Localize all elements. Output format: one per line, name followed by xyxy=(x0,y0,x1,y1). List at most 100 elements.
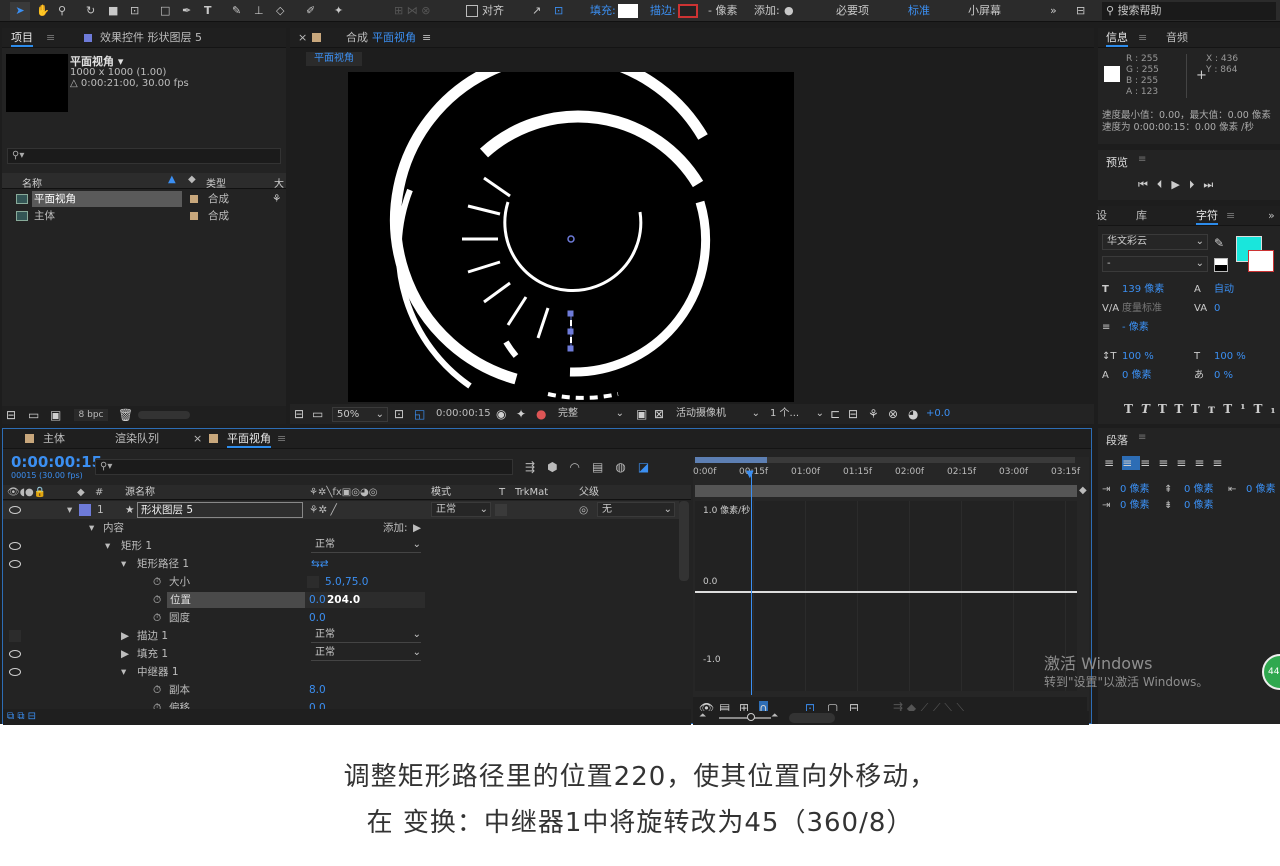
col-size[interactable]: 大 xyxy=(274,175,284,190)
font-style-select[interactable]: - ⌄ xyxy=(1102,256,1208,272)
small-caps-icon[interactable]: Tт xyxy=(1191,402,1223,416)
stroke-color-swatch[interactable] xyxy=(1248,250,1274,272)
layer-switches-toggle-icon[interactable]: ⧉ ⧉ ⊟ xyxy=(7,710,36,724)
vertical-scale-value[interactable]: 100 % xyxy=(1122,347,1154,366)
pan-behind-tool-icon[interactable]: ⊡ xyxy=(130,2,139,20)
zoom-slider-track[interactable] xyxy=(719,717,771,719)
menu-icon[interactable]: ≡ xyxy=(1138,432,1146,443)
roi-icon[interactable]: ▣ xyxy=(636,407,647,421)
magnification-icon[interactable]: ⊟ xyxy=(294,407,304,421)
mode-header[interactable]: 模式 xyxy=(431,485,451,500)
new-folder-icon[interactable]: ▭ xyxy=(28,408,39,422)
stroke-width-value[interactable]: - 像素 xyxy=(708,2,737,20)
align-left-icon[interactable]: ≡ xyxy=(1104,456,1122,470)
workspace-standard[interactable]: 标准 xyxy=(908,2,930,20)
draft-3d-icon[interactable]: ⬢ xyxy=(547,460,569,474)
collapse-arrow-icon[interactable]: ▶ xyxy=(121,645,129,663)
zoom-tool-icon[interactable]: ⚲ xyxy=(58,2,66,20)
end-marker-icon[interactable]: ◆ xyxy=(1079,485,1087,496)
show-snapshot-icon[interactable]: ✦ xyxy=(516,407,526,421)
work-area-bar[interactable] xyxy=(695,457,1075,463)
brush-tool-icon[interactable]: ✎ xyxy=(232,2,241,20)
eye-icon[interactable] xyxy=(9,650,21,658)
faux-italic-icon[interactable]: T xyxy=(1141,402,1158,416)
close-icon[interactable]: × xyxy=(298,31,307,45)
playhead-line[interactable] xyxy=(751,471,752,695)
expand-arrow-icon[interactable]: ▾ xyxy=(121,555,126,573)
first-frame-icon[interactable]: ⏮ xyxy=(1138,178,1157,191)
constrain-proportions-icon[interactable] xyxy=(307,576,319,588)
prev-frame-icon[interactable]: ⏴ xyxy=(1157,178,1172,191)
property-row[interactable]: ⏱ 位置 0.0 204.0 xyxy=(3,591,679,609)
expand-arrow-icon[interactable]: ▾ xyxy=(105,537,110,555)
layer-row[interactable]: ▾ 1 ★ 形状图层 5 ⚘✲ ╱ 正常 ⌄ ◎ 无 ⌄ xyxy=(3,501,679,519)
menu-icon[interactable]: ≡ xyxy=(277,432,286,446)
trash-icon[interactable]: 🗑 xyxy=(118,408,133,422)
baseline-shift-value[interactable]: 0 像素 xyxy=(1122,366,1152,385)
copies-value[interactable]: 8.0 xyxy=(309,681,326,699)
workspace-essentials[interactable]: 必要项 xyxy=(836,2,869,20)
zoom-in-icon[interactable]: ⏶ xyxy=(771,711,778,721)
workspace-small-screen[interactable]: 小屏幕 xyxy=(968,2,1001,20)
transparency-grid-icon[interactable]: ◱ xyxy=(414,407,425,421)
property-group-row[interactable]: ▾ 矩形 1 正常 ⌄ xyxy=(3,537,679,555)
hand-tool-icon[interactable]: ✋ xyxy=(36,2,50,20)
timeline-timecode[interactable]: 0:00:00:15 xyxy=(11,453,102,471)
eye-icon[interactable] xyxy=(9,668,21,676)
label-color[interactable] xyxy=(190,212,198,220)
property-group-row[interactable]: ▾ 内容 添加: ▶ xyxy=(3,519,679,537)
property-row[interactable]: ⏱ 副本 8.0 xyxy=(3,681,679,699)
puppet-pin-tool-icon[interactable]: ✦ xyxy=(334,2,343,20)
help-search-input[interactable]: ⚲ 搜索帮助 xyxy=(1102,2,1276,20)
layer-name[interactable]: 形状图层 5 xyxy=(137,502,303,518)
tab-library[interactable]: 库 xyxy=(1136,209,1147,223)
layer-label-color[interactable] xyxy=(79,504,91,516)
eye-icon[interactable] xyxy=(9,542,21,550)
group-blend-select[interactable]: 正常 ⌄ xyxy=(311,538,421,553)
interpret-footage-icon[interactable]: ⊟ xyxy=(6,408,16,422)
zoom-select[interactable]: 50% ⌄ xyxy=(332,407,388,422)
eye-icon[interactable] xyxy=(9,560,21,568)
stopwatch-icon[interactable]: ⏱ xyxy=(153,573,161,591)
menu-icon[interactable]: ≡ xyxy=(422,31,431,45)
indent-left-value[interactable]: 0 像素 xyxy=(1120,482,1150,498)
tab-composition[interactable]: 合成 xyxy=(346,31,368,45)
property-group-row[interactable]: ▶ 描边 1 正常 ⌄ xyxy=(3,627,679,645)
expand-arrow-icon[interactable]: ▾ xyxy=(89,519,94,537)
path-direction-icon[interactable]: ⇆⇄ xyxy=(311,555,329,573)
font-size-value[interactable]: 139 像素 xyxy=(1122,280,1164,299)
snapshot-icon[interactable]: ◉ xyxy=(496,407,506,421)
sync-settings-icon[interactable]: ⊟ xyxy=(1076,2,1085,20)
menu-icon[interactable]: ≡ xyxy=(46,31,55,45)
project-item-row[interactable]: 平面视角 合成 ⚘ xyxy=(2,190,286,208)
frame-blend-icon[interactable]: ▤ xyxy=(592,460,615,474)
preserve-transparency-checkbox[interactable] xyxy=(495,504,507,516)
position-y-value[interactable]: 204.0 xyxy=(327,591,360,609)
menu-icon[interactable]: ≡ xyxy=(1226,209,1235,223)
axis-mode-icon[interactable]: ⊞ ⋈ ⊗ xyxy=(394,2,430,20)
project-search-input[interactable]: ⚲▾ xyxy=(7,148,281,164)
flowchart-icon[interactable]: ⚘ xyxy=(868,407,879,421)
type-tool-icon[interactable]: T xyxy=(204,2,212,20)
faux-bold-icon[interactable]: T xyxy=(1124,402,1141,416)
space-after-value[interactable]: 0 像素 xyxy=(1184,498,1214,514)
graph-editor-toggle-icon[interactable]: ◪ xyxy=(638,460,661,474)
horizontal-scale-value[interactable]: 100 % xyxy=(1214,347,1246,366)
rectangle-tool-icon[interactable]: □ xyxy=(160,2,170,20)
rotate-tool-icon[interactable]: ↻ xyxy=(86,2,95,20)
justify-center-icon[interactable]: ≡ xyxy=(1176,456,1194,470)
eye-icon[interactable] xyxy=(9,506,21,514)
first-line-indent-value[interactable]: 0 像素 xyxy=(1120,498,1150,514)
font-family-select[interactable]: 华文彩云 ⌄ xyxy=(1102,234,1208,250)
comp-breadcrumb[interactable]: 平面视角 xyxy=(306,52,362,66)
timeline-search-input[interactable]: ⚲▾ xyxy=(95,459,513,475)
eyedropper-icon[interactable]: ✎ xyxy=(1214,236,1224,250)
property-group-row[interactable]: ▶ 填充 1 正常 ⌄ xyxy=(3,645,679,663)
tab-comp-name[interactable]: 平面视角 xyxy=(372,31,416,45)
menu-icon[interactable]: ≡ xyxy=(1138,154,1146,165)
playhead-marker-icon[interactable]: ▼ xyxy=(746,469,754,480)
tab-presets[interactable]: 设 xyxy=(1096,209,1107,223)
camera-select[interactable]: 活动摄像机 ⌄ xyxy=(672,407,760,422)
tab-render-queue[interactable]: 渲染队列 xyxy=(115,432,159,446)
menu-icon[interactable]: ≡ xyxy=(1138,31,1147,45)
